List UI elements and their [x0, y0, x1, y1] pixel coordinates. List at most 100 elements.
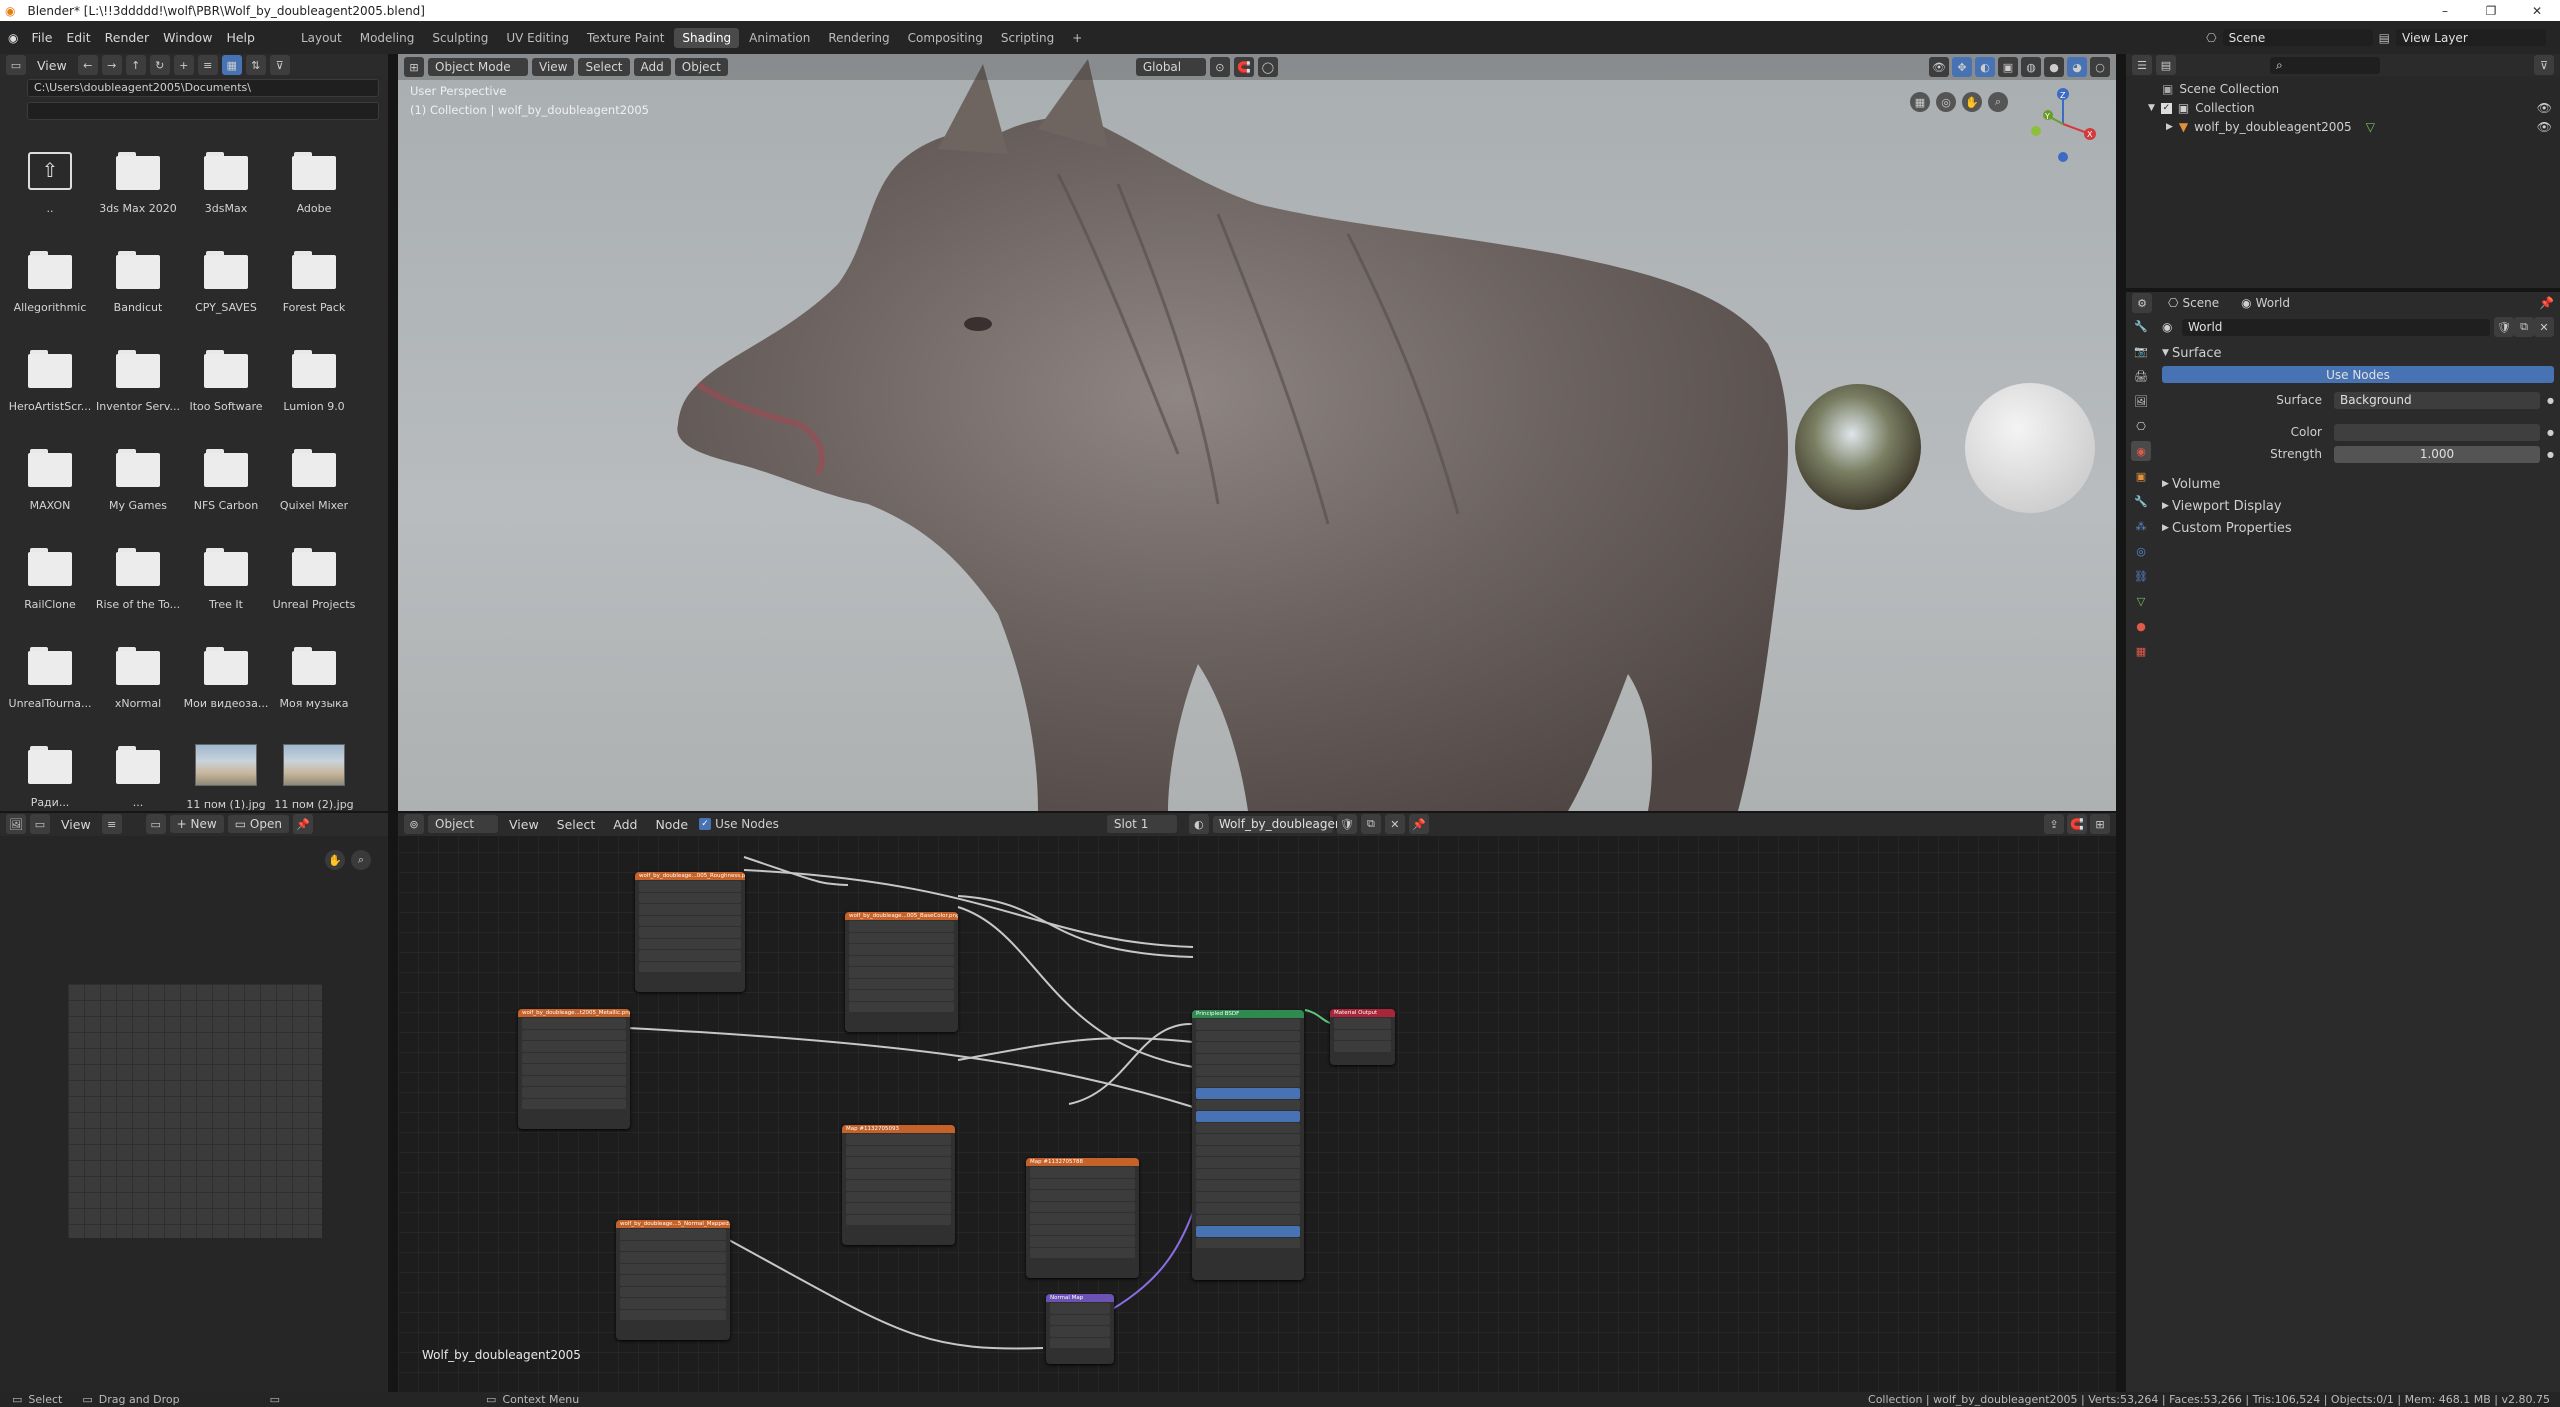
parent-directory-icon[interactable]: ↑ [125, 55, 146, 75]
node-socket-row[interactable] [1196, 1168, 1300, 1179]
new-image-button[interactable]: + New [169, 815, 224, 833]
folder-item[interactable]: 3dsMax [182, 140, 270, 239]
surface-shader-dropdown[interactable]: Background [2334, 391, 2540, 409]
node-socket-row[interactable] [1030, 1178, 1135, 1189]
expand-arrow-icon[interactable]: ▶ [2166, 118, 2173, 137]
node-socket-row[interactable] [639, 915, 741, 926]
folder-item[interactable]: Unreal Projects [270, 536, 358, 635]
list-view-icon[interactable]: ≡ [197, 55, 218, 75]
node-socket-row[interactable] [849, 990, 954, 1001]
node-socket-row[interactable] [522, 1018, 626, 1029]
node-socket-row[interactable] [1196, 1180, 1300, 1191]
view-layer-tab-icon[interactable]: 🖼 [2131, 391, 2151, 411]
folder-item[interactable]: Ради... [6, 734, 94, 812]
outliner-search-field[interactable]: ⌕ [2270, 56, 2380, 74]
node-socket-row[interactable] [620, 1286, 726, 1297]
gizmo-toggle-icon[interactable]: ✥ [1952, 57, 1972, 77]
collection-row[interactable]: ▼ ✓ ▣ Collection 👁 [2148, 99, 2560, 118]
node-socket-row[interactable] [1196, 1157, 1300, 1168]
node-title[interactable]: Principled BSDF [1192, 1010, 1304, 1018]
editor-type-icon[interactable]: ▭ [6, 55, 26, 75]
node-socket-row[interactable] [1196, 1145, 1300, 1156]
pan-hand-icon[interactable]: ✋ [325, 850, 345, 870]
object-mode-dropdown[interactable]: Object Mode [428, 58, 528, 76]
world-name-field[interactable]: World [2182, 318, 2490, 336]
scene-tab-icon[interactable]: ⎔ [2131, 416, 2151, 436]
node-socket-row[interactable] [522, 1087, 626, 1098]
hamburger-menu-icon[interactable]: ≡ [101, 814, 122, 834]
node-socket-row[interactable] [849, 1001, 954, 1012]
node-socket-row[interactable] [1334, 1029, 1391, 1040]
node-socket-row[interactable] [849, 921, 954, 932]
tab-modeling[interactable]: Modeling [352, 28, 423, 48]
tab-layout[interactable]: Layout [293, 28, 350, 48]
node-socket-row[interactable] [620, 1275, 726, 1286]
add-workspace-button[interactable]: + [1064, 28, 1090, 48]
node-title[interactable]: wolf_by_doubleage...005_BaseColor.png [845, 912, 958, 920]
node-socket-row[interactable] [849, 932, 954, 943]
pin-image-icon[interactable]: 📌 [292, 814, 313, 834]
filter-icon[interactable]: ⊽ [269, 55, 290, 75]
directory-path-field[interactable]: C:\Users\doubleagent2005\Documents\ [27, 79, 379, 97]
node-socket-row[interactable] [1334, 1041, 1391, 1052]
tab-texture-paint[interactable]: Texture Paint [579, 28, 672, 48]
node-socket-row[interactable] [1196, 1053, 1300, 1064]
node-socket-row[interactable] [849, 944, 954, 955]
node-title[interactable]: wolf_by_doubleage...005_Roughness.png [635, 872, 745, 880]
folder-item[interactable]: Allegorithmic [6, 239, 94, 338]
folder-item[interactable]: Мои видеоза... [182, 635, 270, 734]
texture-tab-icon[interactable]: ▦ [2131, 641, 2151, 661]
view-mode-icon[interactable]: ▭ [30, 814, 50, 834]
custom-properties-panel-header[interactable]: ▶ Custom Properties [2162, 517, 2554, 539]
pan-hand-icon[interactable]: ✋ [1962, 92, 1982, 112]
new-folder-icon[interactable]: + [173, 55, 194, 75]
refresh-icon[interactable]: ↻ [149, 55, 170, 75]
tool-tab-icon[interactable]: 🔧 [2131, 316, 2151, 336]
node-socket-row[interactable] [846, 1180, 951, 1191]
data-tab-icon[interactable]: ▽ [2131, 591, 2151, 611]
tab-shading[interactable]: Shading [674, 27, 740, 48]
node-socket-row[interactable] [639, 961, 741, 972]
object-row[interactable]: ▶ ▼ wolf_by_doubleagent2005 ▽ 👁 [2166, 118, 2560, 137]
pivot-icon[interactable]: ⊙ [1209, 57, 1230, 77]
node-socket-row[interactable] [620, 1240, 726, 1251]
node-socket-row[interactable] [1196, 1099, 1300, 1110]
node-title[interactable]: Normal Map [1046, 1294, 1114, 1302]
node-socket-row[interactable] [620, 1309, 726, 1320]
viewport-editor-type-icon[interactable]: ⊞ [404, 57, 424, 77]
tab-animation[interactable]: Animation [741, 28, 818, 48]
node-img-map2[interactable]: Map #1132705788 [1026, 1158, 1139, 1278]
rendered-shading-icon[interactable]: ○ [2090, 57, 2110, 77]
node-socket-row[interactable] [846, 1168, 951, 1179]
volume-panel-header[interactable]: ▶ Volume [2162, 473, 2554, 495]
scene-selector[interactable]: Scene [2222, 29, 2373, 46]
node-socket-row[interactable] [1196, 1237, 1300, 1248]
minimize-button[interactable]: – [2422, 4, 2468, 18]
node-socket-row[interactable] [522, 1075, 626, 1086]
solid-shading-icon[interactable]: ● [2044, 57, 2064, 77]
viewport-object-menu[interactable]: Object [674, 58, 728, 76]
folder-item[interactable]: CPY_SAVES [182, 239, 270, 338]
node-socket-row[interactable] [639, 892, 741, 903]
node-socket-row[interactable] [1030, 1213, 1135, 1224]
material-tab-icon[interactable]: ● [2131, 616, 2151, 636]
menu-file[interactable]: File [24, 30, 59, 45]
forward-icon[interactable]: → [101, 55, 122, 75]
node-socket-row[interactable] [639, 927, 741, 938]
image-editor-view-menu[interactable]: View [54, 817, 98, 832]
node-socket-row[interactable] [1334, 1018, 1391, 1029]
folder-item[interactable]: ... [94, 734, 182, 812]
viewport-display-panel-header[interactable]: ▶ Viewport Display [2162, 495, 2554, 517]
use-nodes-button[interactable]: Use Nodes [2162, 366, 2554, 383]
node-socket-row[interactable] [620, 1263, 726, 1274]
image-file-item[interactable]: 11 пом (2).jpg [270, 734, 358, 812]
tab-rendering[interactable]: Rendering [820, 28, 897, 48]
folder-item[interactable]: Lumion 9.0 [270, 338, 358, 437]
node-socket-row[interactable] [1050, 1314, 1110, 1325]
zoom-icon[interactable]: ⌕ [1988, 92, 2008, 112]
node-socket-row[interactable] [846, 1214, 951, 1225]
node-socket-row[interactable] [849, 955, 954, 966]
menu-help[interactable]: Help [219, 30, 262, 45]
node-output[interactable]: Material Output [1330, 1009, 1395, 1065]
folder-item[interactable]: Adobe [270, 140, 358, 239]
